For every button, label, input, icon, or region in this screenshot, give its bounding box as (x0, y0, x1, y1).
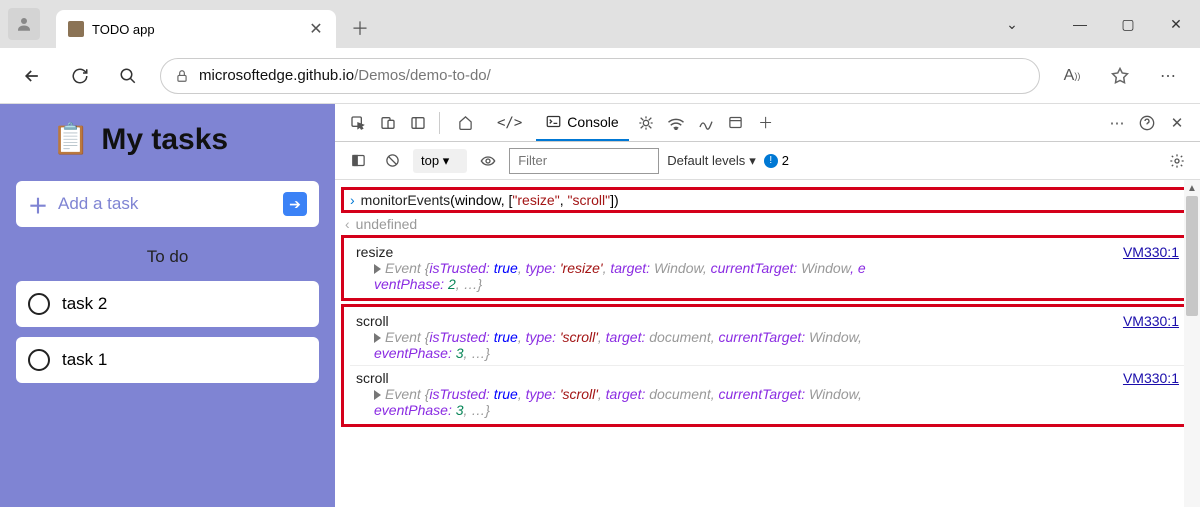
scroll-up-icon[interactable]: ▲ (1184, 180, 1200, 196)
console-tab[interactable]: Console (536, 105, 628, 141)
window-titlebar: TODO app ✕ ＋ ⌄ — ▢ ✕ (0, 0, 1200, 48)
console-event-highlight: VM330:1 resize Event {isTrusted: true, t… (341, 235, 1194, 301)
device-toggle-icon[interactable] (375, 110, 401, 136)
task-item[interactable]: task 2 (16, 281, 319, 327)
read-aloud-button[interactable]: A)) (1056, 60, 1088, 92)
clipboard-icon: 📋 (52, 122, 89, 157)
new-tab-button[interactable]: ＋ (344, 12, 376, 44)
submit-task-button[interactable]: ➔ (283, 192, 307, 216)
issues-badge[interactable]: ! 2 (764, 153, 789, 168)
tab-title: TODO app (92, 22, 300, 37)
more-tools-button[interactable]: ⋯ (1104, 110, 1130, 136)
task-text: task 1 (62, 350, 107, 370)
source-link[interactable]: VM330:1 (1123, 370, 1179, 386)
event-detail: Event {isTrusted: true, type: 'scroll', … (356, 329, 1179, 361)
application-tab-icon[interactable] (723, 110, 749, 136)
context-selector[interactable]: top ▾ (413, 149, 467, 173)
scrollbar-thumb[interactable] (1186, 196, 1198, 316)
return-caret-icon: › (345, 216, 350, 232)
sidebar-toggle-icon[interactable] (345, 148, 371, 174)
console-log-entry[interactable]: VM330:1 resize Event {isTrusted: true, t… (350, 240, 1185, 296)
clear-console-button[interactable] (379, 148, 405, 174)
url-path: /Demos/demo-to-do/ (354, 67, 491, 84)
inspect-icon[interactable] (345, 110, 371, 136)
minimize-button[interactable]: — (1056, 4, 1104, 44)
scrollbar[interactable]: ▲ (1184, 180, 1200, 507)
devtools-toolbar: </> Console ＋ ⋯ ✕ (335, 104, 1200, 142)
prompt-caret-icon: › (350, 192, 355, 208)
add-task-label: Add a task (58, 194, 273, 214)
close-window-button[interactable]: ✕ (1152, 4, 1200, 44)
profile-button[interactable] (8, 8, 40, 40)
url-host: microsoftedge.github.io (199, 67, 354, 84)
sources-tab-icon[interactable] (633, 110, 659, 136)
console-input-line: › monitorEvents(window, ["resize", "scro… (350, 192, 1185, 208)
event-name: resize (356, 244, 393, 260)
task-item[interactable]: task 1 (16, 337, 319, 383)
event-name: scroll (356, 370, 389, 386)
refresh-button[interactable] (64, 60, 96, 92)
source-link[interactable]: VM330:1 (1123, 244, 1179, 260)
url-input[interactable]: microsoftedge.github.io/Demos/demo-to-do… (160, 58, 1040, 94)
event-detail: Event {isTrusted: true, type: 'scroll', … (356, 386, 1179, 418)
task-checkbox[interactable] (28, 293, 50, 315)
console-output[interactable]: › monitorEvents(window, ["resize", "scro… (335, 180, 1200, 507)
search-button[interactable] (112, 60, 144, 92)
return-value: undefined (356, 216, 418, 232)
app-header: 📋 My tasks (16, 122, 319, 157)
task-checkbox[interactable] (28, 349, 50, 371)
welcome-tab[interactable] (448, 105, 483, 141)
todo-app: 📋 My tasks ＋ Add a task ➔ To do task 2 t… (0, 104, 335, 507)
live-expression-button[interactable] (475, 148, 501, 174)
event-detail: Event {isTrusted: true, type: 'resize', … (356, 260, 1179, 292)
add-task-input[interactable]: ＋ Add a task ➔ (16, 181, 319, 227)
issue-count: 2 (782, 153, 789, 168)
event-name: scroll (356, 313, 389, 329)
favorites-button[interactable] (1104, 60, 1136, 92)
close-devtools-button[interactable]: ✕ (1164, 110, 1190, 136)
elements-tab[interactable]: </> (487, 105, 532, 141)
help-button[interactable] (1134, 110, 1160, 136)
section-label: To do (16, 247, 319, 267)
network-tab-icon[interactable] (663, 110, 689, 136)
window-controls: ⌄ — ▢ ✕ (988, 4, 1200, 44)
expand-triangle-icon[interactable] (374, 333, 381, 343)
tab-close-button[interactable]: ✕ (308, 21, 324, 37)
app-title: My tasks (101, 123, 228, 157)
log-levels-selector[interactable]: Default levels ▾ (667, 153, 756, 169)
console-toolbar: top ▾ Default levels ▾ ! 2 (335, 142, 1200, 180)
source-link[interactable]: VM330:1 (1123, 313, 1179, 329)
console-return-line: › undefined (341, 216, 1194, 232)
expand-triangle-icon[interactable] (374, 390, 381, 400)
plus-icon: ＋ (28, 190, 48, 219)
more-tabs-button[interactable]: ＋ (753, 110, 779, 136)
maximize-button[interactable]: ▢ (1104, 4, 1152, 44)
address-bar: microsoftedge.github.io/Demos/demo-to-do… (0, 48, 1200, 104)
console-command-highlight: › monitorEvents(window, ["resize", "scro… (341, 187, 1194, 213)
task-text: task 2 (62, 294, 107, 314)
console-tab-label: Console (567, 114, 618, 130)
tab-favicon (68, 21, 84, 37)
console-event-highlight: VM330:1 scroll Event {isTrusted: true, t… (341, 304, 1194, 427)
performance-tab-icon[interactable] (693, 110, 719, 136)
issue-dot-icon: ! (764, 154, 778, 168)
expand-triangle-icon[interactable] (374, 264, 381, 274)
filter-input[interactable] (509, 148, 659, 174)
lock-icon (175, 69, 189, 83)
more-menu-button[interactable]: ⋯ (1152, 60, 1184, 92)
back-button[interactable] (16, 60, 48, 92)
chevron-down-icon[interactable]: ⌄ (988, 4, 1036, 44)
browser-tab[interactable]: TODO app ✕ (56, 10, 336, 48)
panel-icon[interactable] (405, 110, 431, 136)
console-settings-button[interactable] (1164, 148, 1190, 174)
devtools-panel: </> Console ＋ ⋯ ✕ top ▾ Default levels ▾… (335, 104, 1200, 507)
content-area: 📋 My tasks ＋ Add a task ➔ To do task 2 t… (0, 104, 1200, 507)
console-log-entry[interactable]: VM330:1 scroll Event {isTrusted: true, t… (350, 309, 1185, 365)
console-log-entry[interactable]: VM330:1 scroll Event {isTrusted: true, t… (350, 365, 1185, 422)
